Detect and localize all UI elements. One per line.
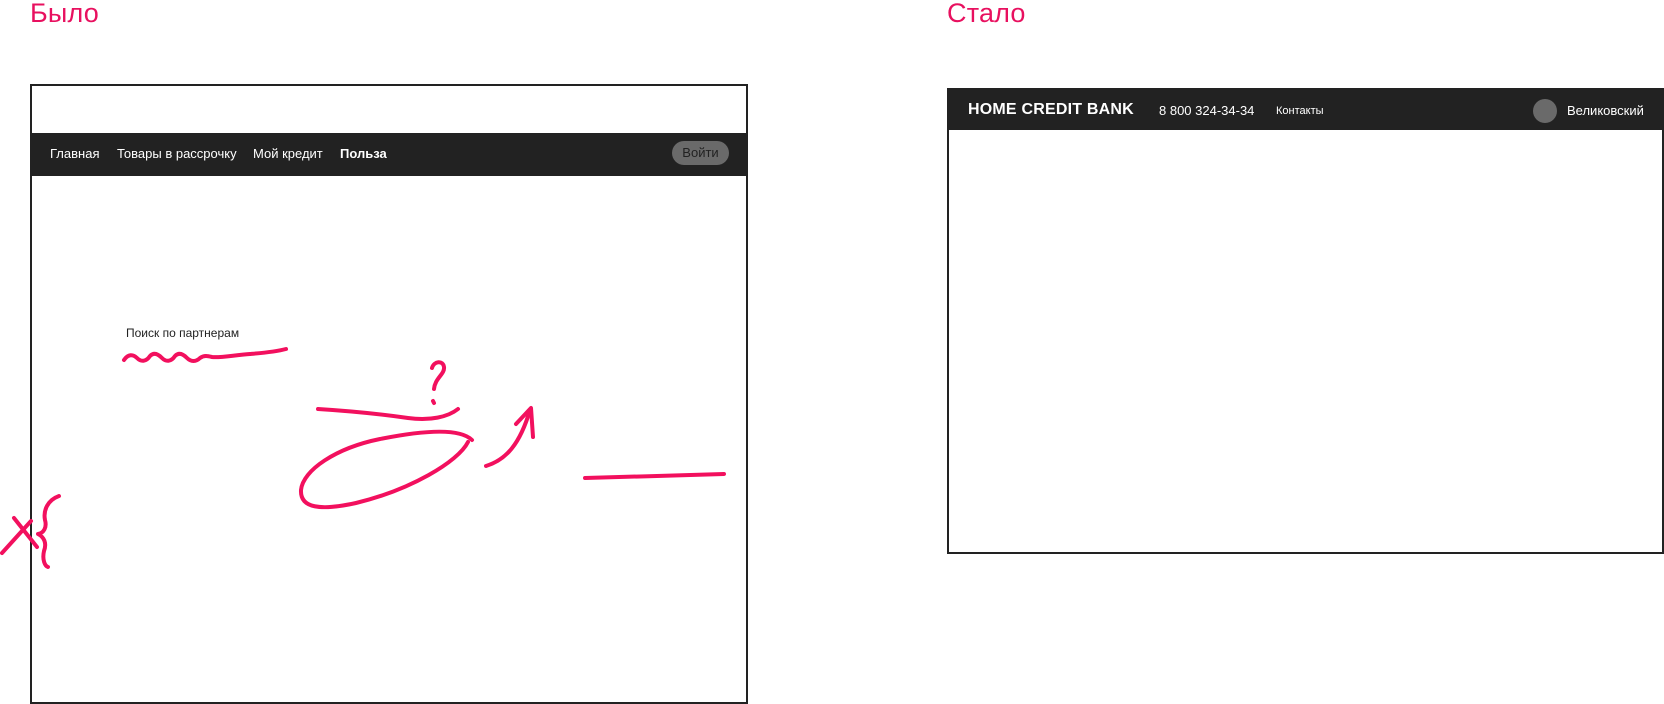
nav-item-benefit[interactable]: Польза: [340, 146, 387, 161]
before-page-frame: Главная Товары в рассрочку Мой кредит По…: [30, 84, 748, 704]
phone-number[interactable]: 8 800 324-34-34: [1159, 103, 1254, 118]
user-name[interactable]: Великовский: [1567, 103, 1644, 118]
nav-item-my-credit[interactable]: Мой кредит: [253, 146, 323, 161]
nav-item-installment-goods[interactable]: Товары в рассрочку: [117, 146, 237, 161]
login-button[interactable]: Войти: [672, 141, 729, 165]
partner-search-link[interactable]: Поиск по партнерам: [126, 326, 239, 340]
before-nav-bar: Главная Товары в рассрочку Мой кредит По…: [32, 133, 746, 176]
nav-item-home[interactable]: Главная: [50, 146, 99, 161]
after-nav-bar: HOME CREDIT BANK 8 800 324-34-34 Контакт…: [949, 90, 1662, 130]
after-title: Стало: [947, 0, 1026, 28]
before-title: Было: [30, 0, 99, 28]
contacts-link[interactable]: Контакты: [1276, 105, 1324, 117]
brand-logo[interactable]: HOME CREDIT BANK: [968, 101, 1134, 119]
x-mark-2: [0, 519, 33, 555]
avatar-icon[interactable]: [1533, 99, 1557, 123]
after-page-frame: HOME CREDIT BANK 8 800 324-34-34 Контакт…: [947, 88, 1664, 554]
